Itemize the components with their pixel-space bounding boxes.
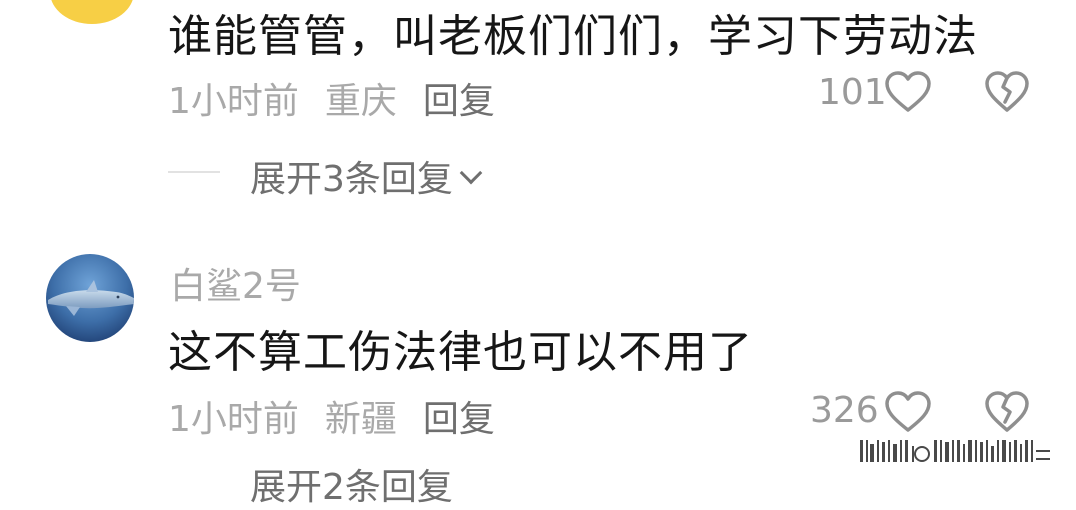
expand-replies-label: 展开2条回复 [250, 467, 453, 508]
comment-location: 新疆 [324, 399, 397, 440]
expand-divider [168, 171, 220, 173]
watermark-logo [860, 440, 1050, 462]
comment-meta: 1小时前 重庆 回复 [168, 72, 521, 124]
username[interactable]: 白鲨2号 [170, 257, 301, 309]
expand-replies-button[interactable]: 展开2条回复 [250, 458, 453, 510]
expand-replies-button[interactable]: 展开3条回复 [250, 150, 483, 202]
expand-replies-label: 展开3条回复 [250, 159, 453, 200]
comment-text: 这不算工伤法律也可以不用了 [168, 327, 753, 378]
broken-heart-icon[interactable] [984, 70, 1030, 114]
reply-button[interactable]: 回复 [423, 399, 495, 440]
avatar[interactable] [46, 254, 134, 342]
like-count: 326 [810, 390, 879, 431]
heart-outline-icon[interactable] [884, 70, 932, 114]
comment-time: 1小时前 [168, 399, 299, 440]
avatar[interactable] [50, 0, 134, 24]
heart-outline-icon[interactable] [884, 390, 932, 434]
chevron-down-icon [459, 161, 483, 185]
comment-meta: 1小时前 新疆 回复 [168, 390, 521, 442]
comment-text: 谁能管管，叫老板们们们，学习下劳动法 [168, 11, 978, 62]
broken-heart-icon[interactable] [984, 390, 1030, 434]
comment-time: 1小时前 [168, 81, 299, 122]
comment-location: 重庆 [324, 81, 397, 122]
reply-button[interactable]: 回复 [423, 81, 495, 122]
like-count: 101 [818, 72, 887, 113]
